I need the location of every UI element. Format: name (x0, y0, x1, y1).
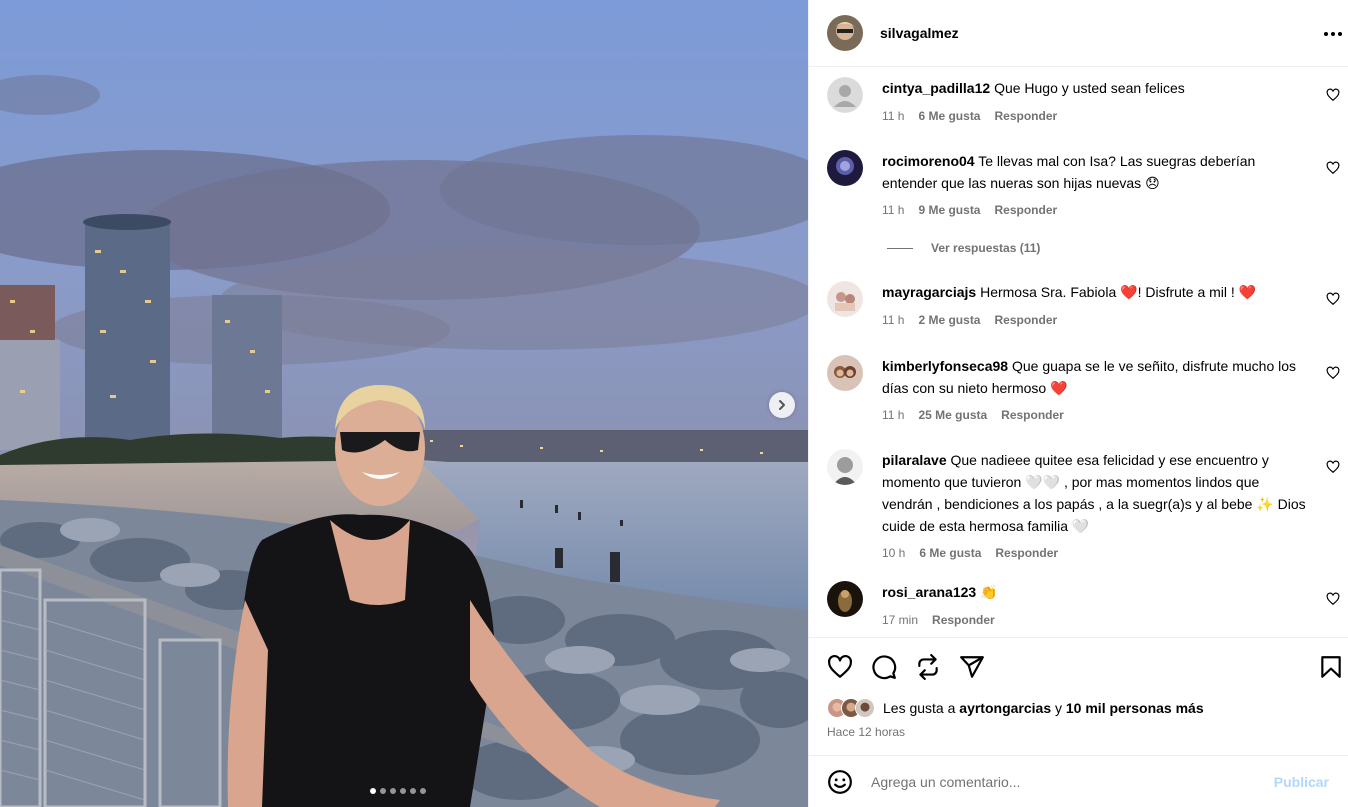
comment-bubble-icon[interactable] (871, 654, 897, 680)
comment-avatar[interactable] (827, 449, 863, 485)
comment-text: Hermosa Sra. Fabiola ❤️! Disfrute a mil … (980, 284, 1257, 300)
likes-others[interactable]: 10 mil personas más (1066, 700, 1204, 716)
replies-divider (887, 247, 913, 249)
likes-prefix: Les gusta a (883, 700, 956, 716)
comment-heart-icon[interactable] (1326, 292, 1340, 306)
carousel-dot (420, 788, 426, 794)
view-replies-label[interactable]: Ver respuestas (11) (931, 241, 1040, 255)
emoji-smile-icon[interactable] (827, 769, 853, 795)
comment-avatar[interactable] (827, 581, 863, 617)
likes-connector: y (1055, 700, 1062, 716)
comment-username[interactable]: mayragarciajs (882, 284, 976, 300)
comment-likes[interactable]: 6 Me gusta (919, 546, 981, 560)
comment-likes[interactable]: 2 Me gusta (918, 313, 980, 327)
comment-avatar[interactable] (827, 150, 863, 186)
comments-list[interactable]: cintya_padilla12 Que Hugo y usted sean f… (809, 67, 1348, 637)
likers-avatars (827, 698, 875, 718)
likes-summary[interactable]: Les gusta a ayrtongarcias y 10 mil perso… (827, 698, 1204, 718)
comment-avatar[interactable] (827, 281, 863, 317)
carousel-dot (370, 788, 376, 794)
comment-time[interactable]: 11 h (882, 408, 904, 422)
heart-outline-icon[interactable] (827, 654, 853, 680)
publish-button[interactable]: Publicar (1274, 774, 1329, 790)
post-sidebar: silvagalmez cintya_padilla12 Que Hugo y … (808, 0, 1348, 807)
comment-likes[interactable]: 25 Me gusta (918, 408, 987, 422)
post-actions: Les gusta a ayrtongarcias y 10 mil perso… (809, 637, 1348, 755)
repost-icon[interactable] (915, 654, 941, 680)
comment-username[interactable]: rosi_arana123 (882, 584, 976, 600)
post-photo (0, 0, 808, 807)
comment-heart-icon[interactable] (1326, 366, 1340, 380)
reply-button[interactable]: Responder (994, 313, 1057, 327)
bookmark-icon[interactable] (1318, 654, 1344, 680)
comment-username[interactable]: pilaralave (882, 452, 947, 468)
add-comment-bar: Publicar (809, 755, 1348, 807)
comment-text: 👏 (980, 584, 998, 600)
comment-text: Que Hugo y usted sean felices (994, 80, 1185, 96)
comment-username[interactable]: rocimoreno04 (882, 153, 975, 169)
comment-heart-icon[interactable] (1326, 592, 1340, 606)
comment-heart-icon[interactable] (1326, 161, 1340, 175)
carousel-dot (380, 788, 386, 794)
carousel-dot (410, 788, 416, 794)
next-image-button[interactable] (769, 392, 795, 418)
comment-likes[interactable]: 9 Me gusta (918, 203, 980, 217)
comment-heart-icon[interactable] (1326, 88, 1340, 102)
view-replies-button[interactable]: Ver respuestas (11) (887, 241, 1040, 255)
comment-avatar[interactable] (827, 355, 863, 391)
author-avatar[interactable] (827, 15, 863, 51)
comment-heart-icon[interactable] (1326, 460, 1340, 474)
reply-button[interactable]: Responder (932, 613, 995, 627)
comment-time[interactable]: 10 h (882, 546, 905, 560)
carousel-dot (390, 788, 396, 794)
comment-time[interactable]: 11 h (882, 109, 904, 123)
reply-button[interactable]: Responder (994, 203, 1057, 217)
comment-time[interactable]: 17 min (882, 613, 918, 627)
comment-input[interactable] (871, 770, 1271, 794)
comment-time[interactable]: 11 h (882, 203, 904, 217)
comment-username[interactable]: cintya_padilla12 (882, 80, 990, 96)
post-header: silvagalmez (809, 0, 1348, 67)
author-username[interactable]: silvagalmez (880, 25, 959, 41)
comment-time[interactable]: 11 h (882, 313, 904, 327)
carousel-dots (370, 788, 426, 794)
reply-button[interactable]: Responder (995, 546, 1058, 560)
likes-user[interactable]: ayrtongarcias (959, 700, 1051, 716)
comment-username[interactable]: kimberlyfonseca98 (882, 358, 1008, 374)
post-media[interactable] (0, 0, 808, 807)
reply-button[interactable]: Responder (994, 109, 1057, 123)
chevron-right-icon (779, 400, 785, 410)
comment-avatar[interactable] (827, 77, 863, 113)
post-time[interactable]: Hace 12 horas (827, 725, 905, 739)
more-options-icon[interactable] (1322, 24, 1344, 44)
comment-likes[interactable]: 6 Me gusta (918, 109, 980, 123)
reply-button[interactable]: Responder (1001, 408, 1064, 422)
paper-plane-icon[interactable] (959, 654, 985, 680)
carousel-dot (400, 788, 406, 794)
